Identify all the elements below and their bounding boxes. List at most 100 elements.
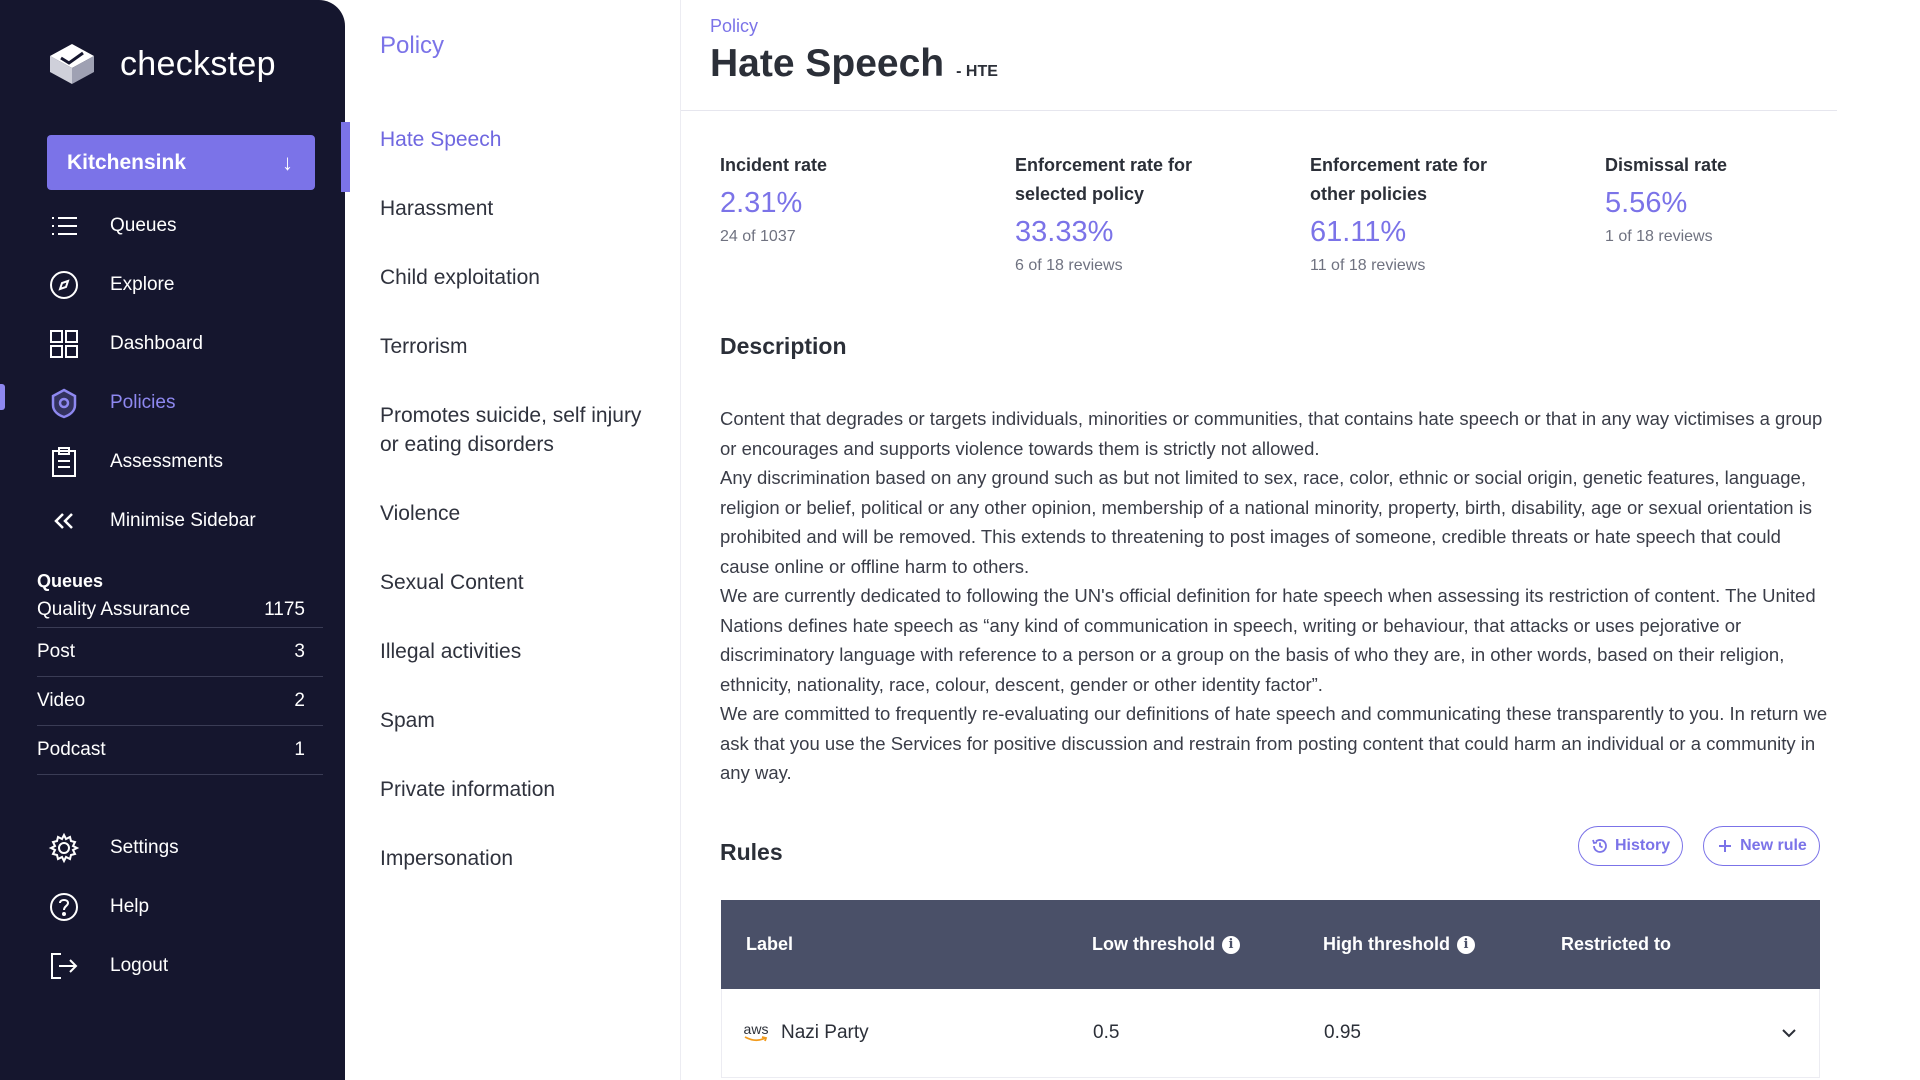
queue-label: Video	[37, 690, 86, 711]
table-row[interactable]: aws Nazi Party 0.5 0.95	[721, 989, 1820, 1078]
policy-item-terrorism[interactable]: Terrorism	[345, 332, 681, 361]
policy-item-sexual-content[interactable]: Sexual Content	[345, 568, 681, 597]
gear-icon	[48, 832, 80, 864]
stat-incident-rate: Incident rate 2.31% 24 of 1037	[720, 151, 1015, 275]
workspace-name: Kitchensink	[67, 150, 187, 174]
stat-dismissal-rate: Dismissal rate 5.56% 1 of 18 reviews	[1605, 151, 1900, 275]
stat-sub: 11 of 18 reviews	[1310, 257, 1426, 274]
info-icon[interactable]: i	[1457, 935, 1475, 954]
description-paragraph: We are committed to frequently re-evalua…	[720, 703, 1828, 783]
nav-label: Queues	[110, 214, 177, 236]
policy-item-child-exploitation[interactable]: Child exploitation	[345, 263, 681, 292]
queues-summary: Queues Quality Assurance 1175 Post 3 Vid…	[37, 571, 323, 775]
header-restricted-to[interactable]: Restricted to	[1561, 934, 1820, 955]
policy-item-hate-speech[interactable]: Hate Speech	[341, 122, 681, 192]
info-icon[interactable]: i	[1222, 935, 1240, 954]
stat-enforcement-selected: Enforcement rate for selected policy 33.…	[1015, 151, 1310, 275]
header-label[interactable]: Label	[721, 934, 1092, 955]
stat-value: 33.33%	[1015, 216, 1114, 248]
aws-text: aws	[743, 1021, 769, 1037]
policy-detail: Policy Hate Speech - HTE Incident rate 2…	[681, 0, 1920, 1080]
workspace-selector[interactable]: Kitchensink ↓	[47, 135, 315, 190]
stat-label: Enforcement rate for selected policy	[1015, 155, 1193, 204]
policy-item-harassment[interactable]: Harassment	[345, 194, 681, 223]
policy-item-promotes-suicide[interactable]: Promotes suicide, self injury or eating …	[345, 401, 681, 459]
policy-item-violence[interactable]: Violence	[345, 499, 681, 528]
main-nav: Queues Explore Dashboard Policies Assess…	[48, 196, 328, 550]
rule-low-threshold: 0.5	[1093, 1022, 1120, 1043]
queue-count: 1	[294, 739, 305, 760]
queue-row-video[interactable]: Video 2	[37, 677, 323, 726]
queue-row-quality-assurance[interactable]: Quality Assurance 1175	[37, 598, 323, 628]
breadcrumb[interactable]: Policy	[710, 16, 758, 37]
description-text: Content that degrades or targets individ…	[720, 404, 1830, 788]
stat-sub: 1 of 18 reviews	[1605, 228, 1713, 245]
nav-label: Help	[110, 895, 150, 917]
policy-list-panel: Policy Hate Speech Harassment Child expl…	[341, 0, 681, 1080]
nav-label: Minimise Sidebar	[110, 509, 256, 531]
policy-list: Hate Speech Harassment Child exploitatio…	[341, 107, 681, 873]
rules-title: Rules	[720, 839, 783, 865]
nav-item-queues[interactable]: Queues	[48, 196, 328, 255]
stats-row: Incident rate 2.31% 24 of 1037 Enforceme…	[720, 151, 1900, 275]
nav-item-policies[interactable]: Policies	[48, 373, 328, 432]
policy-item-spam[interactable]: Spam	[345, 706, 681, 735]
header-low-threshold[interactable]: Low threshold i	[1092, 934, 1323, 955]
checkstep-logo-icon	[50, 44, 94, 84]
rules-actions: History New rule	[1578, 826, 1820, 866]
rule-label: Nazi Party	[781, 1022, 869, 1043]
queue-label: Podcast	[37, 739, 106, 760]
nav-label: Policies	[110, 391, 176, 413]
history-button[interactable]: History	[1578, 826, 1684, 866]
row-label-cell: aws Nazi Party	[722, 1022, 1093, 1044]
stat-label: Dismissal rate	[1605, 155, 1728, 175]
policy-item-impersonation[interactable]: Impersonation	[345, 844, 681, 873]
active-nav-marker	[0, 384, 5, 410]
stat-sub: 6 of 18 reviews	[1015, 257, 1123, 274]
rules-table: Label Low threshold i High threshold i R…	[721, 900, 1820, 1078]
help-icon	[48, 891, 80, 923]
chevron-down-icon[interactable]	[1759, 1027, 1819, 1039]
nav-item-dashboard[interactable]: Dashboard	[48, 314, 328, 373]
queue-count: 1175	[264, 598, 305, 620]
nav-item-help[interactable]: Help	[48, 877, 328, 936]
arrow-down-icon: ↓	[282, 149, 293, 175]
policy-item-illegal-activities[interactable]: Illegal activities	[345, 637, 681, 666]
header-high-label: High threshold	[1323, 934, 1450, 954]
nav-label: Logout	[110, 954, 169, 976]
aws-icon: aws	[743, 1021, 769, 1043]
queue-label: Quality Assurance	[37, 598, 191, 620]
brand[interactable]: checkstep	[48, 42, 276, 86]
rules-table-header: Label Low threshold i High threshold i R…	[721, 900, 1820, 989]
header-divider	[681, 110, 1837, 111]
description-paragraph: We are currently dedicated to following …	[720, 585, 1816, 695]
nav-item-logout[interactable]: Logout	[48, 936, 328, 995]
policy-code: - HTE	[956, 63, 998, 80]
brand-name: checkstep	[120, 44, 276, 83]
double-chevron-left-icon	[48, 505, 80, 537]
page-title: Hate Speech - HTE	[710, 42, 998, 86]
description-paragraph: Content that degrades or targets individ…	[720, 408, 1823, 459]
grid-icon	[48, 328, 80, 360]
queues-title: Queues	[37, 571, 104, 591]
nav-item-settings[interactable]: Settings	[48, 818, 328, 877]
nav-label: Settings	[110, 836, 179, 858]
stat-sub: 24 of 1037	[720, 228, 796, 245]
header-low-label: Low threshold	[1092, 934, 1215, 954]
queue-row-post[interactable]: Post 3	[37, 628, 323, 677]
nav-item-minimise-sidebar[interactable]: Minimise Sidebar	[48, 491, 328, 550]
policy-item-private-information[interactable]: Private information	[345, 775, 681, 804]
nav-item-explore[interactable]: Explore	[48, 255, 328, 314]
clipboard-icon	[48, 446, 80, 478]
nav-label: Explore	[110, 273, 175, 295]
new-rule-button[interactable]: New rule	[1703, 826, 1820, 866]
stat-label: Enforcement rate for other policies	[1310, 155, 1488, 204]
bottom-nav: Settings Help Logout	[48, 818, 328, 995]
policy-heading: Policy	[380, 32, 445, 59]
sidebar: checkstep Kitchensink ↓ Queues Explore D…	[0, 0, 345, 1080]
nav-item-assessments[interactable]: Assessments	[48, 432, 328, 491]
nav-label: Dashboard	[110, 332, 203, 354]
header-high-threshold[interactable]: High threshold i	[1323, 934, 1561, 955]
queue-row-podcast[interactable]: Podcast 1	[37, 726, 323, 775]
compass-icon	[48, 269, 80, 301]
